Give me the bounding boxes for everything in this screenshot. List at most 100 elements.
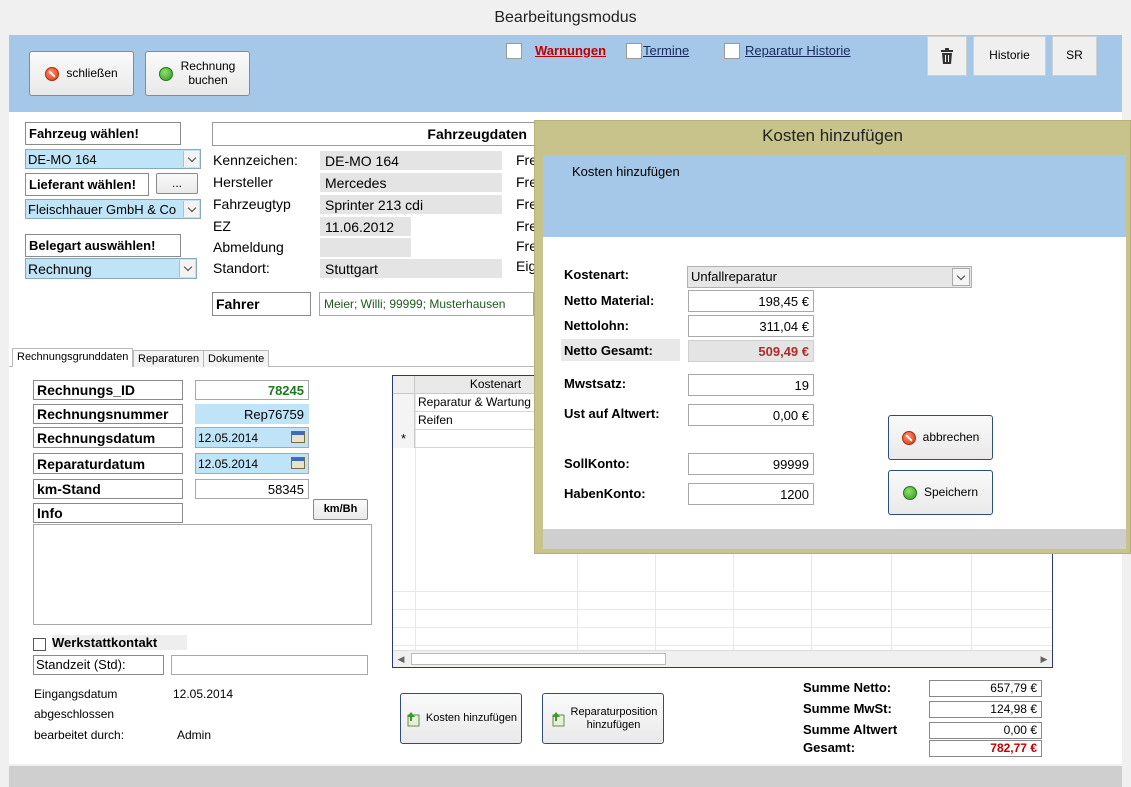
- vat-rate-field[interactable]: 19: [688, 374, 814, 396]
- add-costs-label: Kosten hinzufügen: [425, 712, 518, 725]
- editor-label: bearbeitet durch:: [34, 728, 125, 742]
- book-invoice-button[interactable]: Rechnung buchen: [145, 51, 250, 96]
- deregistration-value: [320, 238, 411, 257]
- km-bh-button[interactable]: km/Bh: [313, 499, 368, 520]
- debit-account-field[interactable]: 99999: [688, 453, 814, 475]
- cost-type-value: Unfallreparatur: [691, 269, 777, 284]
- vat-old-value-field[interactable]: 0,00 €: [688, 404, 814, 426]
- km-label: km-Stand: [33, 479, 183, 499]
- new-row-marker[interactable]: *: [393, 430, 415, 448]
- add-document-icon: [551, 711, 564, 726]
- total-old-value-value: 0,00 €: [929, 722, 1042, 739]
- scroll-right-icon[interactable]: ▶: [1038, 653, 1050, 665]
- tab-repairs[interactable]: Reparaturen: [133, 350, 205, 367]
- type-label: Fahrzeugtyp: [213, 196, 291, 212]
- calendar-icon[interactable]: [291, 431, 305, 443]
- invoice-date-value: 12.05.2014: [198, 430, 259, 445]
- repair-history-checkbox[interactable]: [724, 43, 740, 59]
- supplier-select[interactable]: Fleischhauer GmbH & Co: [25, 199, 201, 219]
- dialog-body: Kosten hinzufügen Kostenart: Unfallrepar…: [543, 155, 1126, 549]
- grand-total-label: Gesamt:: [803, 740, 856, 755]
- tab-invoice-basics[interactable]: Rechnungsgrunddaten: [12, 348, 134, 367]
- standtime-field[interactable]: [171, 655, 368, 675]
- dialog-title: Kosten hinzufügen: [762, 126, 903, 145]
- location-value: Stuttgart: [320, 259, 502, 278]
- km-field[interactable]: 58345: [195, 479, 309, 499]
- sr-button[interactable]: SR: [1052, 36, 1097, 76]
- appointments-link[interactable]: Termine: [643, 43, 689, 58]
- close-button-label: schließen: [66, 65, 118, 80]
- net-wage-field[interactable]: 311,04 €: [688, 315, 814, 337]
- net-total-value: 509,49 €: [688, 340, 814, 362]
- make-value: Mercedes: [320, 173, 502, 192]
- save-button[interactable]: Speichern: [888, 470, 993, 515]
- invoice-date-field[interactable]: 12.05.2014: [195, 427, 309, 448]
- grid-corner: [393, 376, 415, 394]
- add-costs-dialog: Kosten hinzufügen Kosten hinzufügen Kost…: [534, 120, 1131, 554]
- check-icon: [159, 66, 173, 81]
- ez-label: EZ: [213, 218, 231, 234]
- received-label: Eingangsdatum: [34, 687, 118, 701]
- invoice-number-field[interactable]: Rep76759: [195, 404, 309, 424]
- vehicle-data-header: Fahrzeugdaten: [212, 122, 542, 146]
- supplier-more-button[interactable]: ...: [156, 173, 198, 194]
- chevron-down-icon[interactable]: [183, 201, 199, 217]
- delete-button[interactable]: [927, 36, 967, 76]
- chevron-down-icon[interactable]: [179, 260, 195, 277]
- chevron-down-icon[interactable]: [952, 268, 970, 286]
- editor-value: Admin: [177, 728, 212, 742]
- add-repair-position-button[interactable]: Reparaturposition hinzufügen: [542, 693, 664, 744]
- workshop-contact-label: Werkstattkontakt: [52, 635, 188, 650]
- doctype-select-value: Rechnung: [28, 260, 92, 277]
- chevron-down-icon[interactable]: [183, 151, 199, 167]
- make-label: Hersteller: [213, 174, 273, 190]
- cost-type-select[interactable]: Unfallreparatur: [687, 266, 972, 288]
- appointments-checkbox[interactable]: [626, 43, 642, 59]
- history-button[interactable]: Historie: [973, 36, 1046, 76]
- cancel-button[interactable]: abbrechen: [888, 415, 993, 460]
- add-repair-position-label: Reparaturposition hinzufügen: [570, 705, 658, 731]
- info-textarea[interactable]: [33, 524, 372, 625]
- grand-total-value: 782,77 €: [929, 740, 1042, 757]
- trash-icon: [941, 48, 953, 64]
- net-total-label: Netto Gesamt:: [564, 343, 653, 358]
- vat-rate-label: Mwstsatz:: [564, 376, 627, 391]
- close-button[interactable]: schließen: [29, 51, 134, 96]
- repair-date-field[interactable]: 12.05.2014: [195, 453, 309, 474]
- received-value: 12.05.2014: [173, 687, 234, 701]
- vehicle-select-value: DE-MO 164: [28, 151, 97, 167]
- repair-date-label: Reparaturdatum: [33, 453, 183, 474]
- warnings-checkbox[interactable]: [506, 43, 522, 59]
- supplier-select-value: Fleischhauer GmbH & Co: [28, 201, 177, 217]
- book-invoice-label: Rechnung buchen: [180, 58, 236, 87]
- invoice-number-label: Rechnungsnummer: [33, 404, 183, 424]
- vehicle-select[interactable]: DE-MO 164: [25, 149, 201, 169]
- plate-value: DE-MO 164: [320, 151, 502, 170]
- power-icon: [45, 66, 60, 81]
- scroll-thumb[interactable]: [411, 653, 666, 665]
- plate-label: Kennzeichen:: [213, 152, 298, 168]
- workshop-contact-checkbox[interactable]: [33, 638, 46, 651]
- deregistration-label: Abmeldung: [213, 239, 284, 255]
- save-button-label: Speichern: [923, 484, 979, 499]
- choose-doctype-label: Belegart auswählen!: [25, 234, 181, 257]
- credit-account-field[interactable]: 1200: [688, 483, 814, 505]
- dialog-subtitle: Kosten hinzufügen: [572, 164, 680, 179]
- row-selector[interactable]: [393, 394, 415, 412]
- repair-history-link[interactable]: Reparatur Historie: [745, 43, 851, 58]
- net-material-field[interactable]: 198,45 €: [688, 290, 814, 312]
- invoice-id-label: Rechnungs_ID: [33, 380, 183, 400]
- doctype-select[interactable]: Rechnung: [25, 258, 197, 279]
- row-selector[interactable]: [393, 412, 415, 430]
- vat-old-value-label: Ust auf Altwert:: [564, 406, 660, 421]
- grid-horizontal-scrollbar[interactable]: ◀ ▶: [393, 650, 1052, 667]
- driver-value[interactable]: Meier; Willi; 99999; Musterhausen: [319, 292, 534, 316]
- add-costs-button[interactable]: Kosten hinzufügen: [400, 693, 522, 744]
- warnings-link[interactable]: Warnungen: [535, 43, 606, 58]
- check-icon: [902, 485, 917, 500]
- tab-documents[interactable]: Dokumente: [203, 350, 270, 367]
- calendar-icon[interactable]: [291, 457, 305, 469]
- total-net-value: 657,79 €: [929, 680, 1042, 697]
- total-vat-value: 124,98 €: [929, 701, 1042, 718]
- scroll-left-icon[interactable]: ◀: [395, 653, 407, 665]
